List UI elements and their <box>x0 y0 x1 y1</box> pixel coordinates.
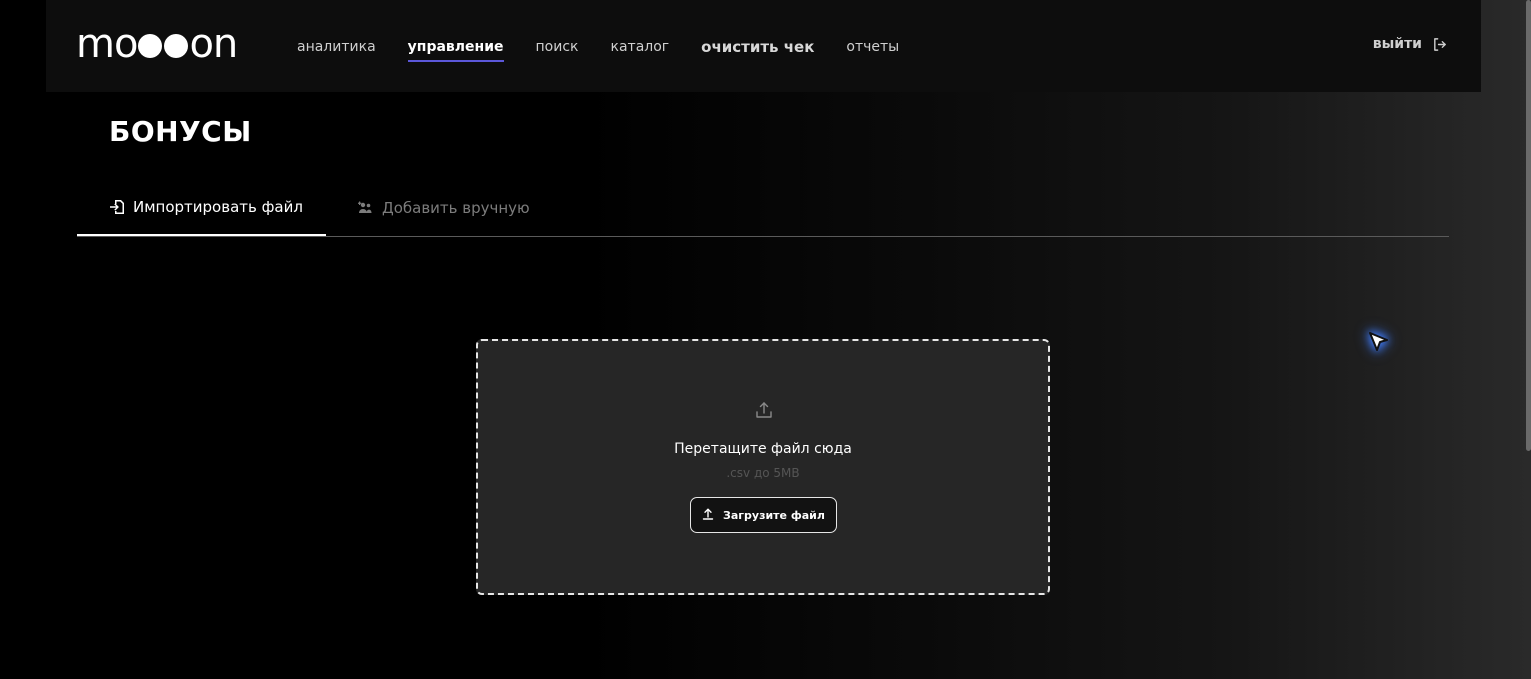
pointer-cursor-icon <box>1366 330 1390 354</box>
tab-import-label: Импортировать файл <box>133 198 303 216</box>
upload-arrow-icon <box>702 508 714 523</box>
logo-prefix: mo <box>76 21 138 67</box>
logout-label: выйти <box>1372 36 1422 52</box>
logout-button[interactable]: выйти <box>1373 36 1447 52</box>
file-import-icon <box>109 199 125 215</box>
tab-manual-label: Добавить вручную <box>382 198 530 217</box>
page-title: БОНУСЫ <box>109 115 252 148</box>
logo-dot <box>138 34 163 58</box>
nav-item-catalog[interactable]: каталог <box>611 39 670 55</box>
top-header: mo on аналитика управление поиск каталог … <box>46 0 1481 92</box>
logo-suffix: on <box>189 21 238 67</box>
upload-icon <box>755 401 773 423</box>
upload-file-button[interactable]: Загрузите файл <box>690 497 837 533</box>
tab-add-manually[interactable]: Добавить вручную <box>358 180 530 235</box>
file-dropzone[interactable]: Перетащите файл сюда .csv до 5MB Загрузи… <box>476 339 1050 595</box>
logo-dot <box>164 34 189 58</box>
logout-icon <box>1432 37 1447 52</box>
nav-item-search[interactable]: поиск <box>536 39 579 55</box>
vertical-scrollbar[interactable] <box>1526 0 1531 451</box>
tab-bar: Импортировать файл Добавить вручную <box>77 180 1449 237</box>
nav-item-reports[interactable]: отчеты <box>846 39 899 55</box>
dropzone-hint: .csv до 5MB <box>726 466 800 480</box>
nav-item-analytics[interactable]: аналитика <box>297 39 376 55</box>
dropzone-title: Перетащите файл сюда <box>674 441 852 457</box>
main-nav: аналитика управление поиск каталог очист… <box>297 36 931 62</box>
nav-item-management[interactable]: управление <box>407 39 504 62</box>
add-users-icon <box>358 201 374 215</box>
mooon-logo[interactable]: mo on <box>76 21 238 67</box>
nav-item-clear-check[interactable]: очистить чек <box>701 38 814 56</box>
upload-button-label: Загрузите файл <box>723 508 825 522</box>
tab-import-file[interactable]: Импортировать файл <box>77 180 326 236</box>
